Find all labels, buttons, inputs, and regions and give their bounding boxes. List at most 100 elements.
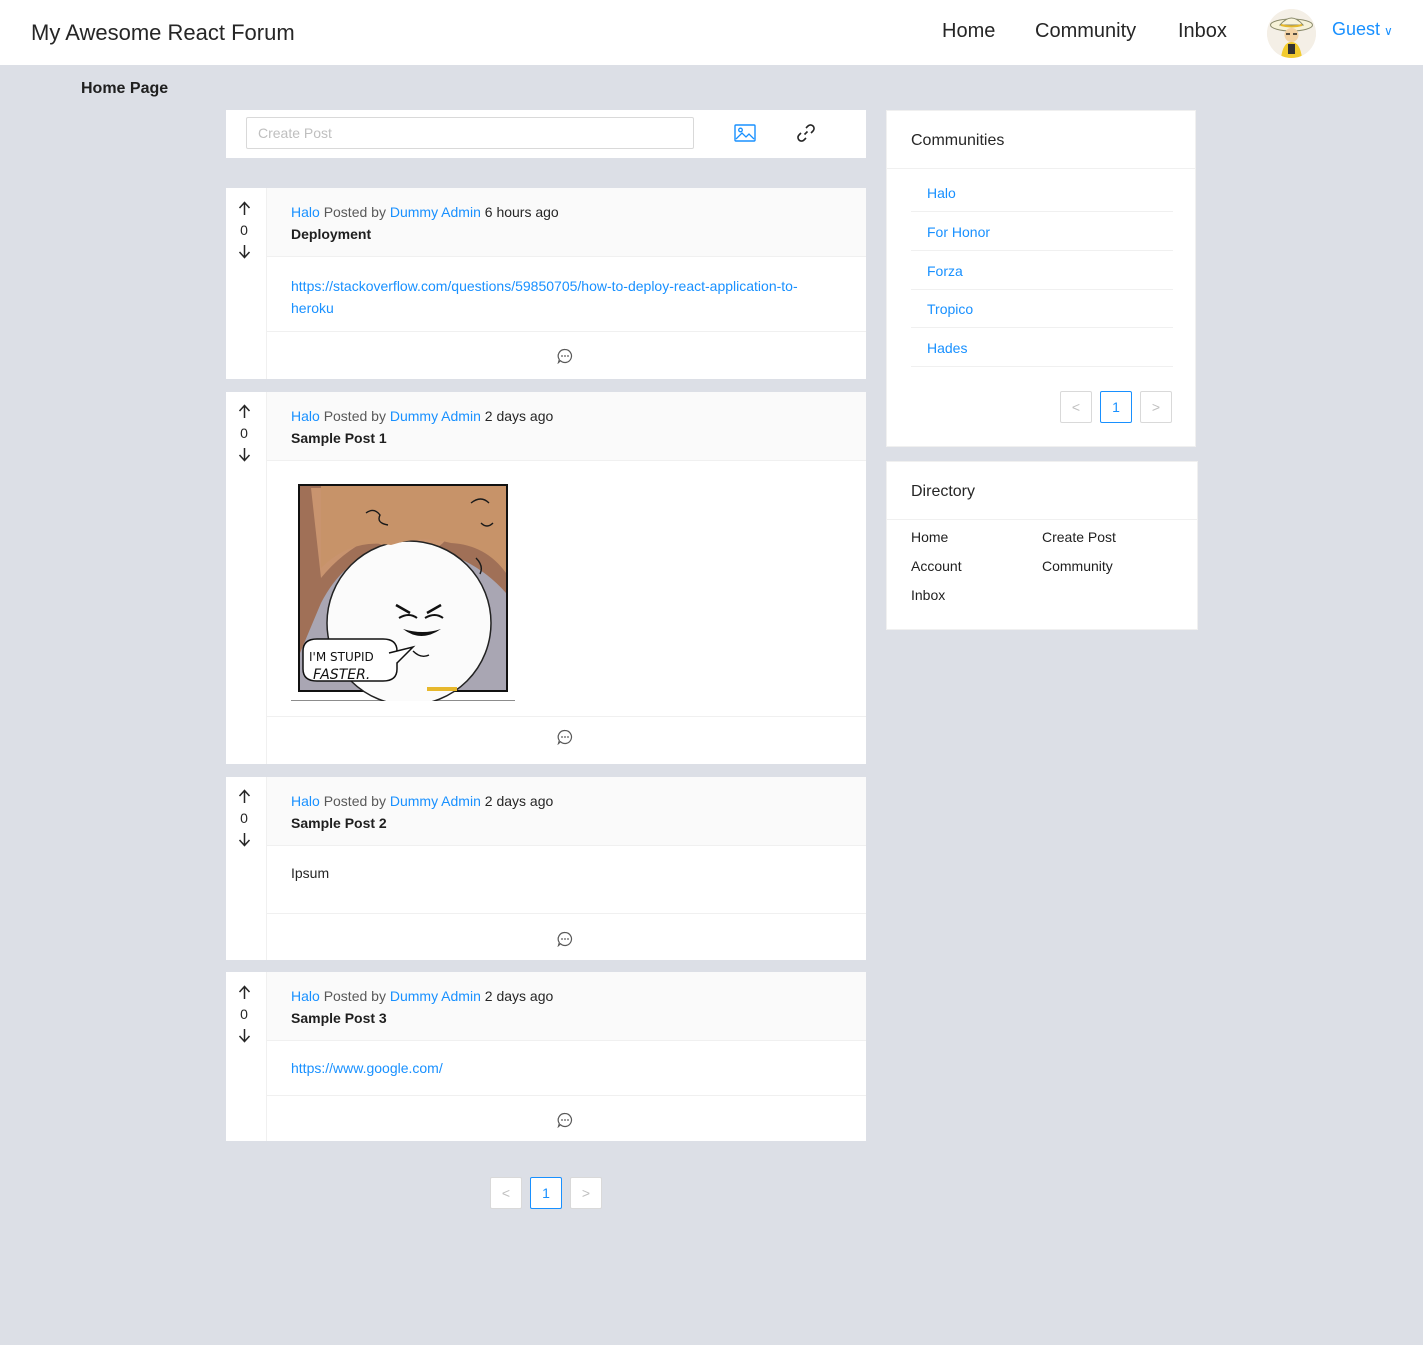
community-item[interactable]: Halo [911,173,1173,212]
nav-inbox[interactable]: Inbox [1178,20,1227,43]
community-item[interactable]: For Honor [911,212,1173,251]
downvote-arrow-icon[interactable] [238,447,251,462]
post-header: Halo Posted by Dummy Admin 2 days ago Sa… [267,392,866,461]
upvote-arrow-icon[interactable] [238,201,251,216]
upvote-arrow-icon[interactable] [238,789,251,804]
posted-by-label: Posted by [323,793,386,809]
post-body: I'M STUPID FASTER. [267,461,866,716]
comic-image: I'M STUPID FASTER. [298,484,508,706]
community-item-label: Hades [927,340,968,356]
directory-account-link[interactable]: Account [911,558,962,574]
post-footer [267,716,866,764]
link-icon[interactable] [793,120,819,146]
create-post-input[interactable] [246,117,694,149]
directory-card: Directory Home Create Post Account Commu… [886,461,1198,630]
post-footer [267,913,866,960]
post-header: Halo Posted by Dummy Admin 6 hours ago D… [267,188,866,257]
post-author-link[interactable]: Dummy Admin [390,793,481,809]
post-time: 2 days ago [484,988,554,1004]
vote-score: 0 [240,222,248,238]
post-link[interactable]: https://www.google.com/ [291,1060,443,1076]
post-title[interactable]: Sample Post 2 [291,815,387,831]
avatar[interactable] [1267,9,1316,58]
post-link[interactable]: https://stackoverflow.com/questions/5985… [291,275,798,319]
vote-score: 0 [240,810,248,826]
post-link-line1: https://stackoverflow.com/questions/5985… [291,278,798,294]
post-body: Ipsum [267,846,866,913]
post-footer [267,1095,866,1141]
upvote-arrow-icon[interactable] [238,404,251,419]
post-community-link[interactable]: Halo [291,988,320,1004]
comment-icon[interactable] [557,348,573,364]
directory-home-link[interactable]: Home [911,529,948,545]
post-author-link[interactable]: Dummy Admin [390,204,481,220]
pagination-prev-button[interactable]: < [490,1177,522,1209]
downvote-arrow-icon[interactable] [238,244,251,259]
community-item[interactable]: Tropico [911,289,1173,328]
directory-community-link[interactable]: Community [1042,558,1113,574]
community-item[interactable]: Forza [911,251,1173,290]
pagination-page-button[interactable]: 1 [530,1177,562,1209]
downvote-arrow-icon[interactable] [238,1028,251,1043]
post-title[interactable]: Sample Post 1 [291,430,387,446]
post-meta: Halo Posted by Dummy Admin 2 days ago [291,988,553,1004]
vote-column: 0 [226,188,267,379]
post-community-link[interactable]: Halo [291,408,320,424]
communities-page-button[interactable]: 1 [1100,391,1132,423]
communities-card-header: Communities [887,111,1195,169]
post-title[interactable]: Deployment [291,226,371,242]
post-author-link[interactable]: Dummy Admin [390,988,481,1004]
avatar-image [1267,9,1316,58]
post-card: 0 Halo Posted by Dummy Admin 2 days ago … [226,972,866,1141]
post-body-text: Ipsum [291,865,330,881]
post-title[interactable]: Sample Post 3 [291,1010,387,1026]
community-item-label: Forza [927,263,963,279]
post-image[interactable]: I'M STUPID FASTER. [291,483,515,706]
posted-by-label: Posted by [323,204,386,220]
chevron-down-icon: ∨ [1384,24,1393,38]
comic-caption-2: FASTER. [313,667,370,683]
top-header: My Awesome React Forum Home Community In… [0,0,1423,65]
community-item[interactable]: Hades [911,328,1173,367]
nav-community[interactable]: Community [1035,20,1136,43]
comment-icon[interactable] [557,729,573,745]
upvote-arrow-icon[interactable] [238,985,251,1000]
post-time: 6 hours ago [484,204,559,220]
communities-prev-button[interactable]: < [1060,391,1092,423]
post-time: 2 days ago [484,793,554,809]
image-icon[interactable] [732,120,758,146]
nav-home[interactable]: Home [942,20,995,43]
community-item-label: For Honor [927,224,991,240]
post-card: 0 Halo Posted by Dummy Admin 2 days ago … [226,777,866,960]
downvote-arrow-icon[interactable] [238,832,251,847]
post-community-link[interactable]: Halo [291,204,320,220]
post-card: 0 Halo Posted by Dummy Admin 2 days ago … [226,392,866,764]
post-header: Halo Posted by Dummy Admin 2 days ago Sa… [267,777,866,846]
directory-inbox-link[interactable]: Inbox [911,587,945,603]
communities-next-button[interactable]: > [1140,391,1172,423]
posted-by-label: Posted by [323,408,386,424]
community-item-label: Tropico [927,301,974,317]
vote-column: 0 [226,972,267,1141]
community-item-label: Halo [927,185,956,201]
post-header: Halo Posted by Dummy Admin 2 days ago Sa… [267,972,866,1041]
communities-card: Communities Halo For Honor Forza Tropico… [886,110,1196,447]
site-brand[interactable]: My Awesome React Forum [31,20,295,46]
vote-column: 0 [226,777,267,960]
post-body: https://www.google.com/ [267,1041,866,1095]
pagination-next-button[interactable]: > [570,1177,602,1209]
user-label: Guest [1332,19,1381,39]
comment-icon[interactable] [557,1112,573,1128]
post-body: https://stackoverflow.com/questions/5985… [267,257,866,332]
directory-create-post-link[interactable]: Create Post [1042,529,1116,545]
comment-icon[interactable] [557,931,573,947]
create-post-bar [226,110,866,158]
post-community-link[interactable]: Halo [291,793,320,809]
post-link-line2: heroku [291,300,334,316]
user-menu[interactable]: Guest ∨ [1332,19,1393,40]
post-meta: Halo Posted by Dummy Admin 2 days ago [291,793,553,809]
directory-title: Directory [911,483,976,500]
directory-card-header: Directory [887,462,1197,520]
post-author-link[interactable]: Dummy Admin [390,408,481,424]
vote-score: 0 [240,1006,248,1022]
